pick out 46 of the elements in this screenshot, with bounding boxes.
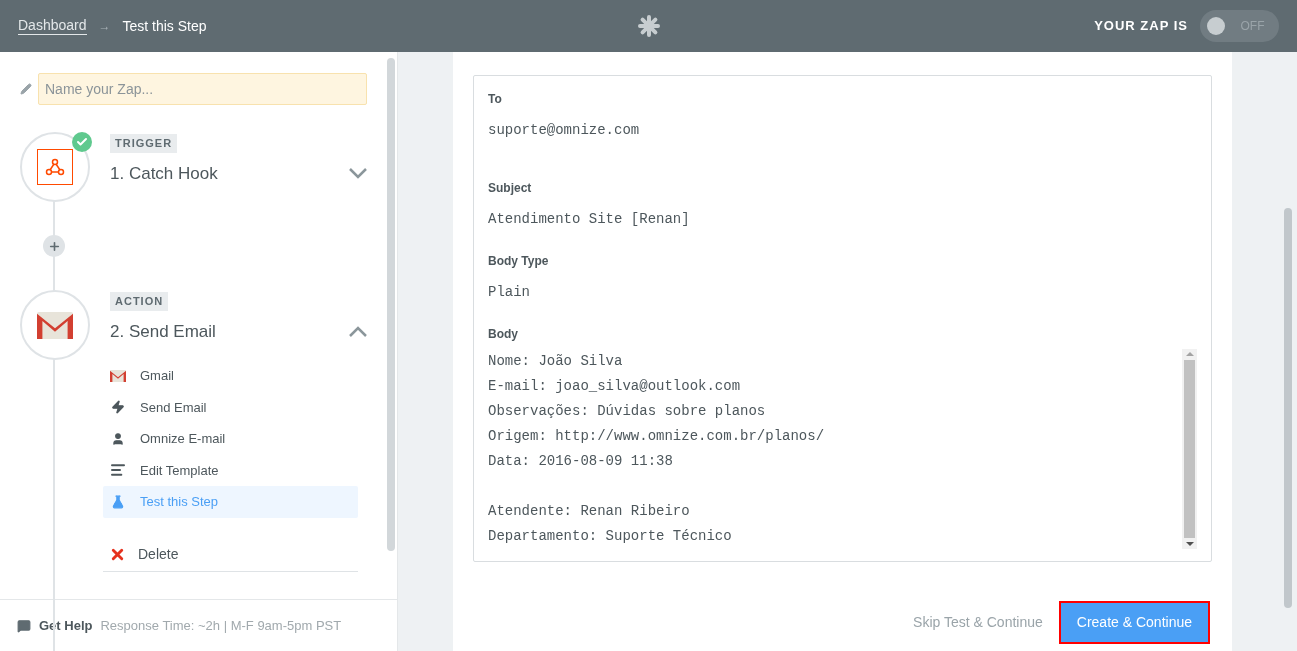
field-value: suporte@omnize.com <box>488 121 641 140</box>
body-line: Origem: http://www.omnize.com.br/planos/ <box>488 427 826 446</box>
flask-icon <box>111 494 125 509</box>
webhook-icon <box>37 149 73 185</box>
user-icon <box>111 431 125 446</box>
body-line: Nome: João Silva <box>488 352 624 371</box>
lightning-icon <box>111 400 125 415</box>
scrollbar[interactable] <box>1182 349 1197 549</box>
chevron-up-icon <box>349 325 367 337</box>
breadcrumb-separator: → <box>98 18 111 35</box>
step-type-badge: TRIGGER <box>110 134 178 153</box>
chevron-down-icon <box>349 167 367 179</box>
field-value: Atendimento Site [Renan] <box>488 210 691 229</box>
step-title[interactable]: 2. Send Email <box>110 318 367 344</box>
lines-icon <box>110 462 126 479</box>
step-menu-item[interactable]: Send Email <box>103 391 358 423</box>
step-menu-item[interactable]: Gmail <box>103 360 358 392</box>
pencil-icon <box>20 83 32 95</box>
step-title[interactable]: 1. Catch Hook <box>110 160 367 186</box>
body-line: Atendente: Renan Ribeiro <box>488 502 691 521</box>
zap-status-label: YOUR ZAP IS <box>1094 17 1188 36</box>
delete-step-button[interactable]: Delete <box>103 537 358 572</box>
body-line: Observações: Dúvidas sobre planos <box>488 402 767 421</box>
response-time-text: Response Time: ~2h | M-F 9am-5pm PST <box>100 616 342 635</box>
step-menu-item[interactable]: Edit Template <box>103 454 358 486</box>
field-label: Body <box>488 326 519 343</box>
body-line: E-mail: joao_silva@outlook.com <box>488 377 742 396</box>
field-label: Subject <box>488 180 533 197</box>
chat-bubble-icon <box>17 618 31 633</box>
plus-icon <box>47 239 61 253</box>
scrollbar-thumb[interactable] <box>387 58 395 551</box>
zap-name-field[interactable]: Name your Zap... <box>38 73 367 105</box>
step-menu-item[interactable]: Omnize E-mail <box>103 423 358 455</box>
envelope-icon <box>37 311 73 339</box>
page-title: Test this Step <box>122 16 207 36</box>
add-step-button[interactable] <box>43 235 65 257</box>
body-line: Data: 2016-08-09 11:38 <box>488 452 674 471</box>
breadcrumb-link[interactable]: Dashboard <box>18 17 87 35</box>
step-type-badge: ACTION <box>110 292 169 311</box>
field-value: Plain <box>488 283 531 302</box>
envelope-icon <box>110 369 126 382</box>
asterisk-logo-icon <box>637 15 660 37</box>
body-line: Departamento: Suporte Técnico <box>488 527 733 546</box>
field-label: To <box>488 91 503 108</box>
page-scrollbar-thumb[interactable] <box>1284 208 1292 608</box>
field-label: Body Type <box>488 253 550 270</box>
